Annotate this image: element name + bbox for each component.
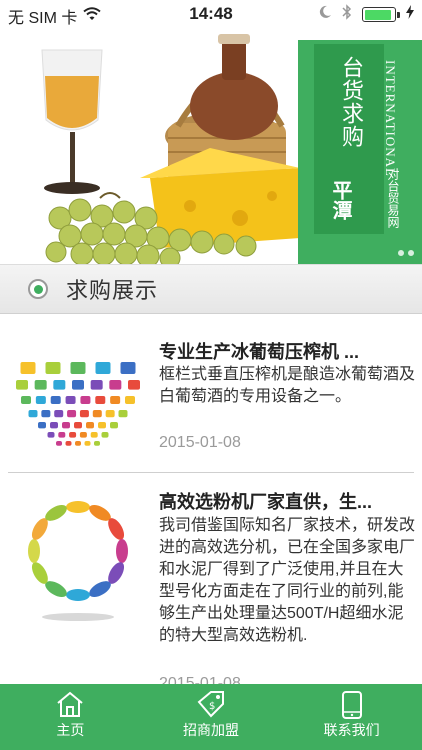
tab-join-label: 招商加盟 xyxy=(183,722,239,738)
logo-tile xyxy=(70,362,86,374)
logo-tile xyxy=(110,396,121,404)
logo-tile xyxy=(50,422,58,429)
wine-cheese-image xyxy=(41,34,300,264)
logo-tile xyxy=(118,410,128,418)
logo-tile xyxy=(21,396,31,404)
price-tag-icon: $ xyxy=(197,691,224,718)
logo-tile xyxy=(128,380,140,390)
logo-tile xyxy=(50,396,61,404)
logo-tile xyxy=(69,432,77,438)
brand-panel: 台货求购 INTERNATIONAL 平潭 对台贸易网 xyxy=(298,40,422,264)
logo-tile xyxy=(35,396,46,404)
logo-tile xyxy=(95,362,111,374)
logo-tile xyxy=(72,380,84,390)
colorful-ring-logo-icon xyxy=(28,501,128,621)
logo-tile xyxy=(20,362,36,374)
section-radio-icon xyxy=(28,279,48,299)
logo-tile xyxy=(62,422,70,429)
logo-tile xyxy=(75,441,81,446)
logo-tile xyxy=(80,396,91,404)
logo-tile xyxy=(58,432,66,438)
logo-tile xyxy=(90,380,103,390)
logo-tile xyxy=(109,380,122,390)
item-title[interactable]: 专业生产冰葡萄压榨机 ... xyxy=(159,338,417,364)
pagination-dot[interactable] xyxy=(398,250,404,256)
logo-tile xyxy=(45,362,61,374)
list-item[interactable]: 高效选粉机厂家直供，生... 我司借鉴国际知名厂家技术，研发改进的高效选分机，已… xyxy=(0,473,422,684)
battery-level xyxy=(364,9,391,20)
battery-icon xyxy=(362,7,400,22)
logo-tile xyxy=(47,432,55,438)
logo-tile xyxy=(95,396,106,404)
logo-tile xyxy=(65,396,76,404)
tab-bar: 主页 $ 招商加盟 联系我们 xyxy=(0,684,422,750)
charging-icon xyxy=(406,5,414,24)
logo-tile xyxy=(53,380,66,390)
svg-text:$: $ xyxy=(209,701,215,712)
brand-english-text: INTERNATIONAL xyxy=(383,60,398,177)
colorful-grid-logo-icon xyxy=(16,362,140,446)
logo-tile xyxy=(110,422,118,429)
item-description: 框栏式垂直压榨机是酿造冰葡萄酒及白葡萄酒的专用设备之一。 xyxy=(159,366,416,405)
pagination-dot[interactable] xyxy=(408,250,414,256)
brand-main-text: 台货求购 xyxy=(339,56,364,148)
logo-tile xyxy=(79,410,89,418)
logo-tile xyxy=(120,362,136,374)
phone-icon xyxy=(341,691,362,719)
logo-tile xyxy=(98,422,106,429)
tab-contact-label: 联系我们 xyxy=(323,722,380,738)
tab-home-label: 主页 xyxy=(56,722,85,738)
logo-tile xyxy=(67,410,77,418)
logo-tile xyxy=(92,410,102,418)
logo-tile xyxy=(90,432,98,438)
section-header: 求购展示 xyxy=(0,264,422,314)
item-date: 2015-01-08 xyxy=(159,675,241,684)
logo-tile xyxy=(84,441,91,446)
list-item[interactable]: 专业生产冰葡萄压榨机 ... 框栏式垂直压榨机是酿造冰葡萄酒及白葡萄酒的专用设备… xyxy=(0,316,422,473)
status-right xyxy=(318,4,414,25)
logo-tile xyxy=(38,422,46,429)
logo-tile xyxy=(79,432,87,438)
moon-icon xyxy=(318,5,332,24)
logo-tile xyxy=(56,441,62,446)
logo-tile xyxy=(54,410,64,418)
logo-petal xyxy=(28,539,40,563)
item-title[interactable]: 高效选粉机厂家直供，生... xyxy=(159,488,417,514)
brand-city-text: 平潭 xyxy=(329,180,351,220)
logo-petal xyxy=(66,589,90,601)
tab-contact[interactable]: 联系我们 xyxy=(281,684,422,750)
logo-tile xyxy=(101,432,109,438)
logo-tile xyxy=(34,380,47,390)
logo-tile xyxy=(74,422,82,429)
home-icon xyxy=(57,691,83,717)
item-description: 我司借鉴国际知名厂家技术，研发改进的高效选分机，已在全国多家电厂和水泥厂得到了广… xyxy=(159,517,416,644)
brand-subtitle-text: 对台贸易网 xyxy=(386,168,400,228)
logo-tile xyxy=(105,410,115,418)
purchase-list[interactable]: 专业生产冰葡萄压榨机 ... 框栏式垂直压榨机是酿造冰葡萄酒及白葡萄酒的专用设备… xyxy=(0,316,422,684)
logo-tile xyxy=(125,396,135,404)
promo-banner[interactable]: 台货求购 INTERNATIONAL 平潭 对台贸易网 xyxy=(0,28,422,264)
logo-tile xyxy=(65,441,72,446)
bluetooth-icon xyxy=(342,4,352,25)
tab-join[interactable]: $ 招商加盟 xyxy=(141,684,282,750)
logo-tile xyxy=(94,441,100,446)
logo-petal xyxy=(66,501,90,513)
banner-pagination xyxy=(398,250,414,256)
status-bar: 无 SIM 卡 14:48 xyxy=(0,0,422,28)
item-date: 2015-01-08 xyxy=(159,434,241,451)
logo-tile xyxy=(41,410,51,418)
tab-home[interactable]: 主页 xyxy=(0,684,141,750)
logo-tile xyxy=(28,410,38,418)
section-title: 求购展示 xyxy=(66,278,159,303)
logo-petal xyxy=(116,539,128,563)
logo-tile xyxy=(86,422,94,429)
logo-tile xyxy=(16,380,28,390)
